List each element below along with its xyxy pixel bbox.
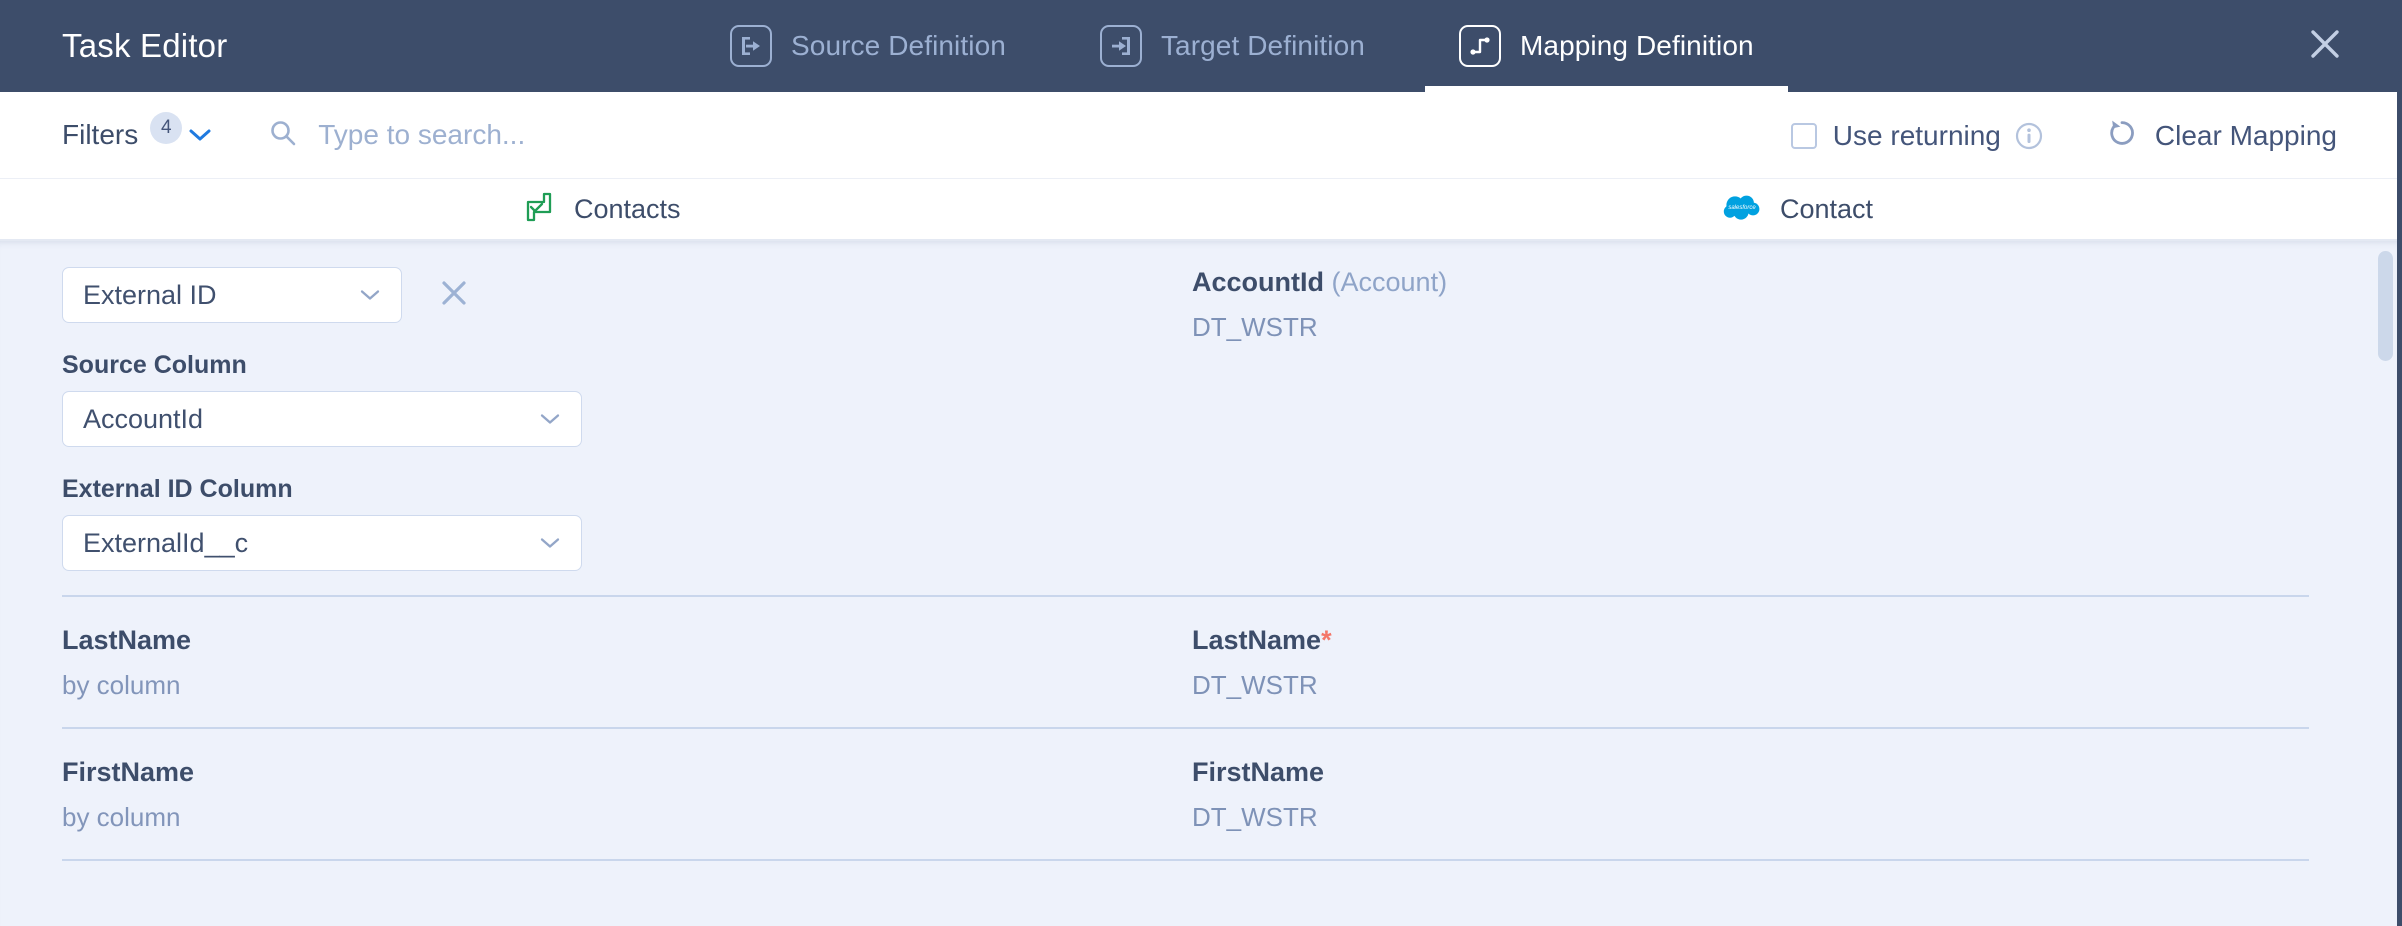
chevron-down-icon: [359, 288, 381, 302]
mapping-row-source-editor: External ID Source Column AccountId Exte…: [0, 267, 1130, 571]
filters-label: Filters: [62, 119, 139, 150]
target-entity-header: salesforce Contact: [1722, 192, 1873, 227]
csv-file-green-icon: [522, 190, 556, 229]
target-field-name-text: FirstName: [1192, 757, 1325, 787]
use-returning-checkbox[interactable]: [1790, 122, 1817, 149]
mapping-row-target-field: LastName* DT_WSTR: [1130, 625, 2373, 701]
chevron-down-icon: [539, 412, 561, 426]
svg-text:salesforce: salesforce: [1728, 205, 1756, 211]
close-button[interactable]: [2297, 0, 2353, 92]
remove-mapping-button[interactable]: [434, 275, 474, 315]
source-entity-header: Contacts: [522, 190, 681, 229]
target-definition-icon: [1099, 25, 1142, 67]
target-field-name: LastName*: [1192, 625, 2373, 656]
mapping-row-lastname: LastName by column LastName* DT_WSTR: [0, 597, 2373, 727]
target-field-datatype: DT_WSTR: [1192, 670, 1318, 700]
chevron-down-icon: [539, 536, 561, 550]
definition-tabs: Source Definition Target Definition Mapp…: [730, 0, 1788, 92]
mapping-row-firstname: FirstName by column FirstName DT_WSTR: [0, 729, 2373, 859]
tab-target-definition[interactable]: Target Definition: [1099, 0, 1365, 92]
search-input[interactable]: [318, 119, 1019, 151]
use-returning-toggle[interactable]: Use returning: [1790, 119, 2044, 152]
tab-source-definition-label: Source Definition: [791, 30, 1006, 61]
mapping-mode-select[interactable]: External ID: [62, 267, 402, 323]
target-entity-label: Contact: [1780, 193, 1874, 224]
row-divider: [62, 859, 2309, 861]
toolbar-actions: Use returning Clear Mapping: [1790, 92, 2337, 179]
mapping-mode-row: External ID: [62, 267, 1130, 323]
source-column-select[interactable]: AccountId: [62, 391, 582, 447]
target-field-name: AccountId (Account): [1192, 267, 2373, 298]
source-field-mode: by column: [62, 670, 181, 700]
tab-target-definition-label: Target Definition: [1160, 30, 1365, 61]
target-field-datatype: DT_WSTR: [1192, 802, 1318, 832]
mapping-row-target-field: FirstName DT_WSTR: [1130, 757, 2373, 833]
source-entity-label: Contacts: [574, 193, 681, 224]
chevron-down-icon: [188, 127, 212, 143]
filters-count-badge: 4: [150, 112, 183, 144]
filters-dropdown[interactable]: Filters 4: [62, 112, 212, 151]
mapping-row-source-field[interactable]: FirstName by column: [0, 757, 1130, 833]
source-field-mode: by column: [62, 802, 181, 832]
mapping-definition-icon: [1458, 25, 1501, 67]
target-field-name-text: LastName: [1192, 625, 1322, 655]
mapping-scroll-area: External ID Source Column AccountId Exte…: [0, 241, 2397, 926]
close-icon: [439, 278, 469, 313]
target-field-name-text: AccountId: [1192, 267, 1324, 297]
tab-source-definition[interactable]: Source Definition: [730, 0, 1006, 92]
required-asterisk: *: [1321, 625, 1332, 655]
tab-mapping-definition-label: Mapping Definition: [1519, 30, 1754, 61]
clear-mapping-button[interactable]: Clear Mapping: [2106, 117, 2337, 154]
mapping-mode-value: External ID: [83, 279, 217, 310]
source-column-label: Source Column: [62, 351, 247, 379]
mapping-list: External ID Source Column AccountId Exte…: [0, 241, 2397, 926]
source-definition-icon: [730, 25, 772, 67]
target-field-name: FirstName: [1192, 757, 2373, 788]
external-id-column-value: ExternalId__c: [83, 527, 249, 558]
info-icon[interactable]: [2014, 121, 2044, 151]
source-column-value: AccountId: [83, 403, 204, 434]
close-icon: [2308, 27, 2342, 66]
filter-toolbar: Filters 4 Use returning: [0, 92, 2397, 179]
search-icon: [268, 118, 298, 153]
target-field-parent: (Account): [1331, 267, 1448, 297]
mapping-row-source-field[interactable]: LastName by column: [0, 625, 1130, 701]
salesforce-cloud-icon: salesforce: [1722, 192, 1762, 227]
window-header: Task Editor Source Definition Target Def…: [0, 0, 2397, 92]
source-field-name: FirstName: [62, 757, 195, 787]
external-id-column-select[interactable]: ExternalId__c: [62, 515, 582, 571]
mapping-row-external-id: External ID Source Column AccountId Exte…: [0, 241, 2373, 595]
window-title: Task Editor: [62, 27, 228, 64]
clear-mapping-label: Clear Mapping: [2154, 119, 2337, 151]
reset-circular-arrow-icon: [2106, 117, 2138, 154]
source-field-name: LastName: [62, 625, 192, 655]
tab-mapping-definition[interactable]: Mapping Definition: [1425, 0, 1788, 92]
vertical-scrollbar[interactable]: [2378, 243, 2393, 926]
scrollbar-thumb[interactable]: [2378, 251, 2393, 361]
target-field-datatype: DT_WSTR: [1192, 312, 1318, 342]
task-editor-window: Task Editor Source Definition Target Def…: [0, 0, 2402, 926]
entity-column-headers: Contacts salesforce Contact: [0, 179, 2397, 241]
use-returning-label: Use returning: [1832, 119, 2001, 151]
mapping-row-target-field: AccountId (Account) DT_WSTR: [1130, 267, 2373, 571]
external-id-column-label: External ID Column: [62, 475, 293, 503]
